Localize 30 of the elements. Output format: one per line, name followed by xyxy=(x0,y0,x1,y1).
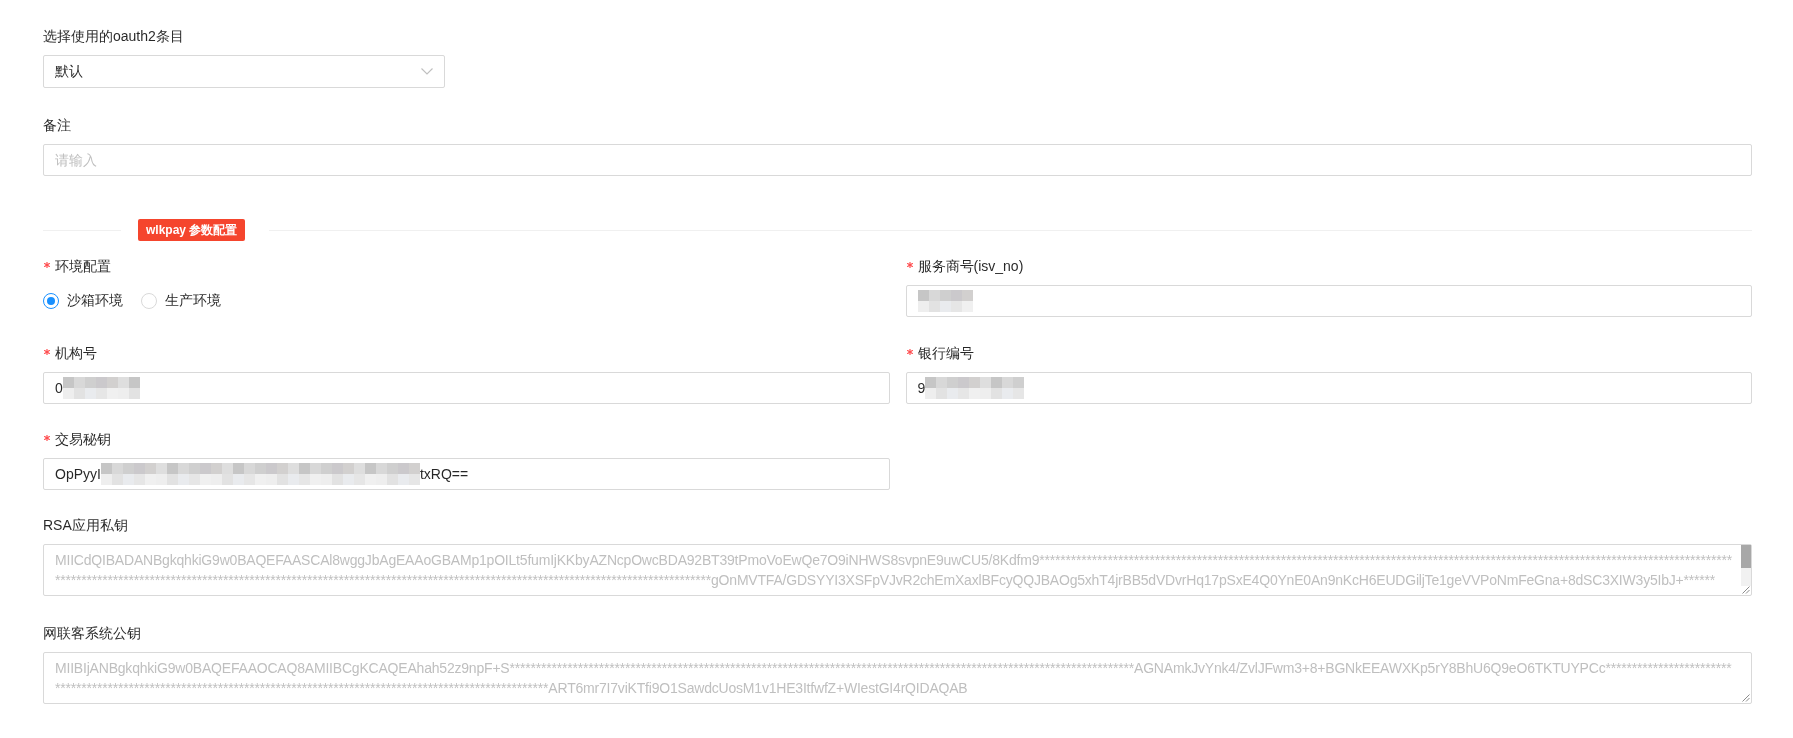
field-label: 银行编号 xyxy=(917,344,974,363)
resize-grip-icon[interactable] xyxy=(1742,586,1750,594)
text-input[interactable]: 0 xyxy=(43,372,890,404)
dropdown-select[interactable]: 默认 xyxy=(43,55,445,88)
resize-grip-icon[interactable] xyxy=(1742,694,1750,702)
input-value: OpPyyI xyxy=(55,466,101,482)
text-input[interactable] xyxy=(905,285,1752,317)
field-label: 备注 xyxy=(43,116,71,135)
field-label: RSA应用私钥 xyxy=(43,516,128,535)
input-value: txRQ== xyxy=(419,466,469,482)
section-tag: wlkpay 参数配置 xyxy=(138,219,246,241)
field-label: 服务商号(isv_no) xyxy=(917,257,1024,276)
chevron-down-icon xyxy=(421,68,433,75)
remark-input[interactable]: 请输入 xyxy=(43,144,1752,176)
field-label: 交易秘钥 xyxy=(55,430,111,449)
field-label: 网联客系统公钥 xyxy=(43,624,141,643)
input-value: 0 xyxy=(55,380,63,396)
text-input[interactable]: 9 xyxy=(905,372,1752,404)
field-label: 机构号 xyxy=(55,344,97,363)
radio-option[interactable]: 沙箱环境 xyxy=(43,292,131,310)
radio-empty-icon[interactable] xyxy=(141,293,157,309)
text-input[interactable]: OpPyyI txRQ== xyxy=(43,458,890,490)
scrollbar-thumb[interactable] xyxy=(1741,545,1751,568)
field-label: 选择使用的oauth2条目 xyxy=(43,27,184,46)
input-value: 9 xyxy=(917,380,926,396)
radio-option[interactable]: 生产环境 xyxy=(141,292,229,310)
field-label: 环境配置 xyxy=(55,257,111,276)
radio-selected-icon[interactable] xyxy=(43,293,59,309)
key-textarea[interactable]: MIIBIjANBgkqhkiG9w0BAQEFAAOCAQ8AMIIBCgKCAQEAhah52z9npF+S***********************************************************************************************************************AGNAmkJvYnk4/ZvlJFwm3+8+BGNkEEAWXKp5rY8BhU6Q9eO6TKTUYPCc**********************************************************************************************************************ART6mr7I7viKTfi9O1SawdcUosM1v1HE3ItfwfZ+WIestGI4rQIDAQAB xyxy=(43,652,1752,704)
key-textarea[interactable]: MIICdQIBADANBgkqhkiG9w0BAQEFAASCAl8wggJbAgEAAoGBAMp1pOILt5fumIjKKbyAZNcpOwcBDA92BT39tPmoVoEwQe7O9iNHWS8svpnE9uwCU5/8Kdfm9*****************************************************************************************************************************************************************************************************************************************************************gOnMVTFA/GDSYYI3XSFpVJvR2chEmXaxlBFcyQQJBAOg5xhT4jrBB5dVDvrHq17pSxE4Q0YnE0An9nKcH6EUDGiljTe1geVVPoNmFeGna+8dSC3XIW3y5IbJ+****** xyxy=(43,544,1752,596)
